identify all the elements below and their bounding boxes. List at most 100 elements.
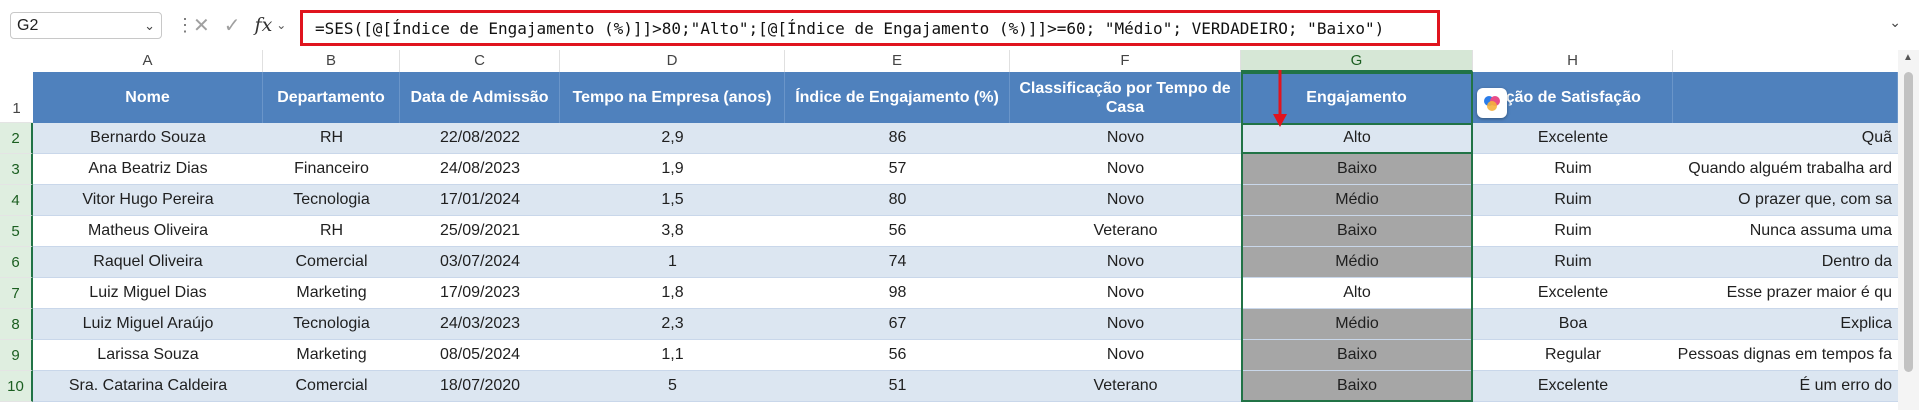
cell-comentario[interactable]: Nunca assuma uma (1673, 216, 1898, 247)
cell-data[interactable]: 18/07/2020 (400, 371, 560, 402)
cell-nome[interactable]: Luiz Miguel Araújo (33, 309, 263, 340)
vertical-scrollbar[interactable]: ▲ (1898, 50, 1919, 410)
formula-input[interactable]: =SES([@[Índice de Engajamento (%)]]>80;"… (300, 10, 1440, 46)
table-header-tempo-empresa[interactable]: Tempo na Empresa (anos) (560, 72, 785, 123)
row-header-9[interactable]: 9 (0, 340, 33, 371)
cell-indice[interactable]: 98 (785, 278, 1010, 309)
cell-avaliacao[interactable]: Ruim (1473, 216, 1673, 247)
cell-data[interactable]: 03/07/2024 (400, 247, 560, 278)
row-header-7[interactable]: 7 (0, 278, 33, 309)
cell-departamento[interactable]: Financeiro (263, 154, 400, 185)
cell-nome[interactable]: Sra. Catarina Caldeira (33, 371, 263, 402)
cell-tempo[interactable]: 3,8 (560, 216, 785, 247)
cell-classificacao[interactable]: Novo (1010, 340, 1241, 371)
column-header-g[interactable]: G (1241, 50, 1473, 72)
cell-tempo[interactable]: 1,8 (560, 278, 785, 309)
cell-departamento[interactable]: Comercial (263, 371, 400, 402)
cell-comentario[interactable]: Dentro da (1673, 247, 1898, 278)
more-options-icon[interactable]: ⋮ (176, 14, 194, 36)
cell-engajamento[interactable]: Baixo (1241, 340, 1473, 371)
cell-indice[interactable]: 51 (785, 371, 1010, 402)
cell-classificacao[interactable]: Novo (1010, 185, 1241, 216)
cell-engajamento[interactable]: Baixo (1241, 154, 1473, 185)
name-box[interactable]: G2 ⌄ (10, 12, 162, 39)
table-header-departamento[interactable]: Departamento (263, 72, 400, 123)
cell-tempo[interactable]: 5 (560, 371, 785, 402)
cell-data[interactable]: 24/03/2023 (400, 309, 560, 340)
cell-classificacao[interactable]: Novo (1010, 278, 1241, 309)
cell-indice[interactable]: 74 (785, 247, 1010, 278)
cell-nome[interactable]: Larissa Souza (33, 340, 263, 371)
column-header-a[interactable]: A (33, 50, 263, 72)
cell-departamento[interactable]: Tecnologia (263, 185, 400, 216)
cell-avaliacao[interactable]: Excelente (1473, 278, 1673, 309)
cell-data[interactable]: 17/01/2024 (400, 185, 560, 216)
scroll-up-icon[interactable]: ▲ (1903, 52, 1913, 63)
cell-departamento[interactable]: Marketing (263, 340, 400, 371)
cell-nome[interactable]: Bernardo Souza (33, 123, 263, 154)
cell-engajamento[interactable]: Baixo (1241, 216, 1473, 247)
cell-data[interactable]: 25/09/2021 (400, 216, 560, 247)
cell-engajamento[interactable]: Médio (1241, 185, 1473, 216)
row-header-4[interactable]: 4 (0, 185, 33, 216)
cell-tempo[interactable]: 2,3 (560, 309, 785, 340)
column-header-f[interactable]: F (1010, 50, 1241, 72)
cell-nome[interactable]: Luiz Miguel Dias (33, 278, 263, 309)
cell-engajamento[interactable]: Médio (1241, 247, 1473, 278)
row-header-3[interactable]: 3 (0, 154, 33, 185)
cell-avaliacao[interactable]: Regular (1473, 340, 1673, 371)
cell-indice[interactable]: 56 (785, 216, 1010, 247)
cell-nome[interactable]: Raquel Oliveira (33, 247, 263, 278)
scrollbar-thumb[interactable] (1904, 72, 1913, 372)
cell-tempo[interactable]: 2,9 (560, 123, 785, 154)
row-header-5[interactable]: 5 (0, 216, 33, 247)
function-icon[interactable]: fx (255, 14, 273, 36)
cell-comentario[interactable]: Esse prazer maior é qu (1673, 278, 1898, 309)
cell-classificacao[interactable]: Veterano (1010, 371, 1241, 402)
cell-data[interactable]: 08/05/2024 (400, 340, 560, 371)
row-header-1[interactable]: 1 (0, 72, 33, 123)
cell-tempo[interactable]: 1,5 (560, 185, 785, 216)
column-header-c[interactable]: C (400, 50, 560, 72)
table-header-data-admissao[interactable]: Data de Admissão (400, 72, 560, 123)
cell-departamento[interactable]: RH (263, 216, 400, 247)
cell-indice[interactable]: 80 (785, 185, 1010, 216)
cell-departamento[interactable]: RH (263, 123, 400, 154)
column-header-h[interactable]: H (1473, 50, 1673, 72)
cell-comentario[interactable]: O prazer que, com sa (1673, 185, 1898, 216)
cell-classificacao[interactable]: Novo (1010, 154, 1241, 185)
cell-tempo[interactable]: 1 (560, 247, 785, 278)
row-header-8[interactable]: 8 (0, 309, 33, 340)
cell-indice[interactable]: 67 (785, 309, 1010, 340)
cell-classificacao[interactable]: Novo (1010, 123, 1241, 154)
cell-comentario[interactable]: É um erro do (1673, 371, 1898, 402)
cell-data[interactable]: 17/09/2023 (400, 278, 560, 309)
cell-avaliacao[interactable]: Ruim (1473, 154, 1673, 185)
column-header-b[interactable]: B (263, 50, 400, 72)
cell-data[interactable]: 24/08/2023 (400, 154, 560, 185)
cell-engajamento[interactable]: Baixo (1241, 371, 1473, 402)
cell-avaliacao[interactable]: Boa (1473, 309, 1673, 340)
cell-classificacao[interactable]: Veterano (1010, 216, 1241, 247)
table-header-nome[interactable]: Nome (33, 72, 263, 123)
cell-nome[interactable]: Matheus Oliveira (33, 216, 263, 247)
enter-icon[interactable]: ✓ (224, 13, 241, 38)
column-header-e[interactable]: E (785, 50, 1010, 72)
cell-classificacao[interactable]: Novo (1010, 309, 1241, 340)
cell-departamento[interactable]: Comercial (263, 247, 400, 278)
cell-comentario[interactable]: Explica (1673, 309, 1898, 340)
row-header-2[interactable]: 2 (0, 123, 33, 154)
cell-comentario[interactable]: Quã (1673, 123, 1898, 154)
cell-departamento[interactable]: Marketing (263, 278, 400, 309)
chevron-down-icon[interactable]: ⌄ (144, 13, 155, 38)
cell-comentario[interactable]: Pessoas dignas em tempos fa (1673, 340, 1898, 371)
cell-indice[interactable]: 56 (785, 340, 1010, 371)
row-header-10[interactable]: 10 (0, 371, 33, 402)
cancel-icon[interactable]: ✕ (193, 13, 210, 38)
cell-nome[interactable]: Ana Beatriz Dias (33, 154, 263, 185)
cell-indice[interactable]: 57 (785, 154, 1010, 185)
table-header-extra[interactable] (1673, 72, 1898, 123)
select-all-corner[interactable] (0, 50, 34, 72)
table-header-indice-engajamento[interactable]: Índice de Engajamento (%) (785, 72, 1010, 123)
cell-tempo[interactable]: 1,9 (560, 154, 785, 185)
